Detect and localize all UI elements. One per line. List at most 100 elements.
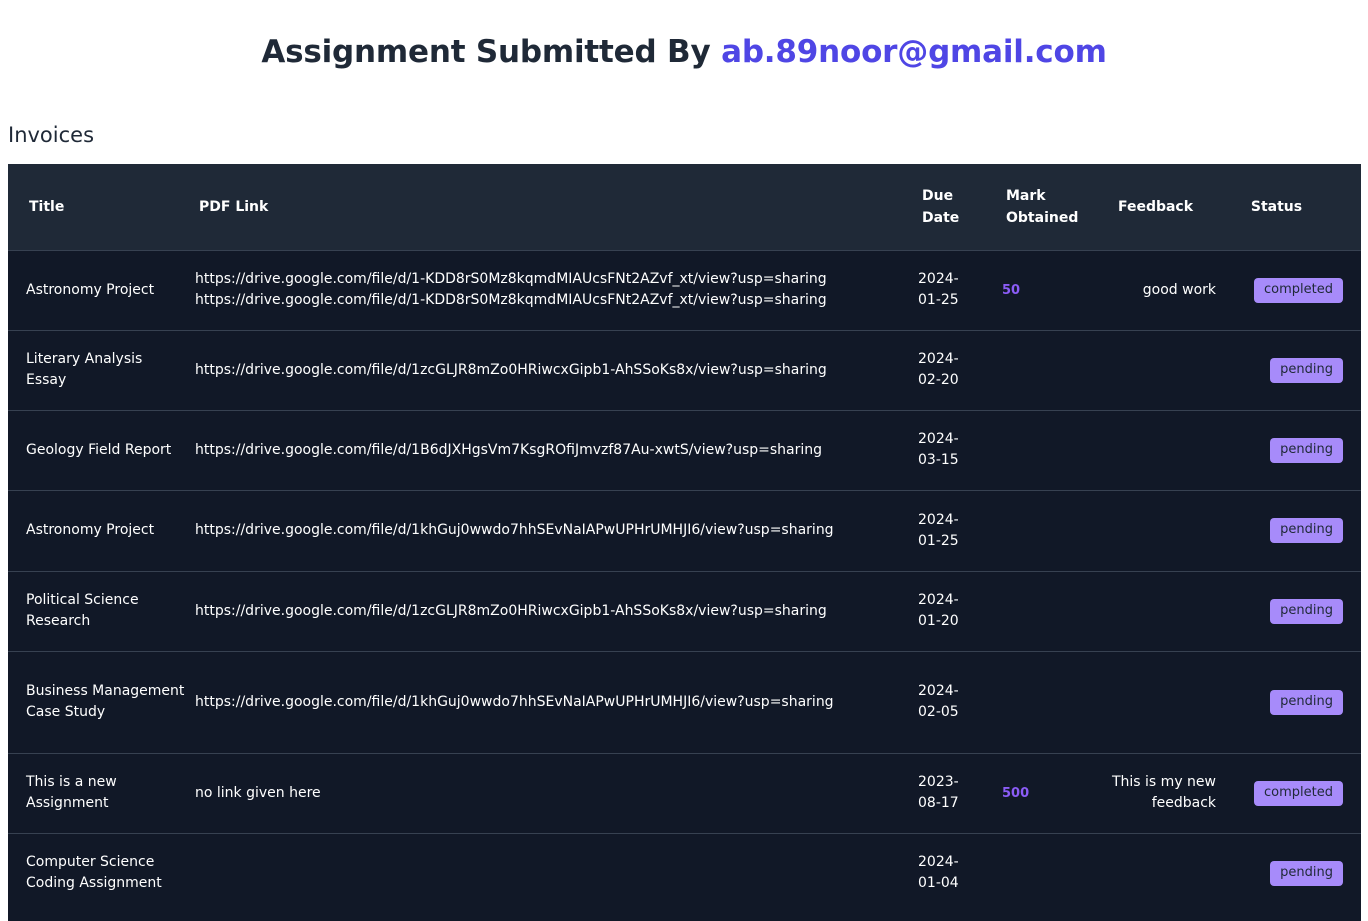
row-pdf-link[interactable]: https://drive.google.com/file/d/1khGuj0w… <box>185 651 912 753</box>
row-mark-obtained <box>995 833 1095 913</box>
page-heading: Assignment Submitted By ab.89noor@gmail.… <box>0 34 1368 70</box>
row-pdf-link[interactable]: https://drive.google.com/file/d/1B6dJXHg… <box>185 410 912 490</box>
status-badge: pending <box>1270 357 1343 383</box>
feedback-line1: This is my new <box>1111 774 1216 790</box>
row-title: Geology Field Report <box>26 441 172 458</box>
feedback-line1: good work <box>1142 281 1216 298</box>
row-due-date: 2024- 02-05 <box>912 651 995 753</box>
row-feedback <box>1095 651 1216 753</box>
row-due-date: 2024- 03-15 <box>912 410 995 490</box>
section-title: Invoices <box>8 123 95 147</box>
row-status: pending <box>1216 410 1361 490</box>
row-status: pending <box>1216 651 1361 753</box>
row-mark-obtained <box>995 330 1095 410</box>
row-mark-obtained <box>995 651 1095 753</box>
status-badge: completed <box>1254 780 1343 806</box>
due-date-line2: 02-05 <box>918 704 959 720</box>
row-feedback: good work <box>1095 250 1216 330</box>
row-feedback <box>1095 330 1216 410</box>
table-row: Political Science Research https://drive… <box>8 571 1361 651</box>
column-header-due-line1: Due <box>922 187 954 204</box>
due-date-line2: 01-25 <box>918 532 959 549</box>
row-status: pending <box>1216 571 1361 651</box>
row-mark-obtained: 500 <box>1002 785 1030 801</box>
table-header-row: Title PDF Link Due Date Mark Obtained Feed… <box>8 164 1361 250</box>
row-due-date: 2023- 08-17 <box>912 753 995 833</box>
due-date-line1: 2024- <box>918 592 959 608</box>
table-body: Astronomy Project https://drive.google.c… <box>8 250 1361 913</box>
table-row: Business Management Case Study https://d… <box>8 651 1361 753</box>
status-badge: pending <box>1270 437 1343 463</box>
due-date-line1: 2024- <box>918 271 959 287</box>
due-date-line1: 2024- <box>918 511 959 528</box>
row-due-date: 2024- 01-25 <box>912 250 995 330</box>
table-row: Astronomy Project https://drive.google.c… <box>8 250 1361 330</box>
table-header: Title PDF Link Due Date Mark Obtained Feed… <box>8 164 1361 250</box>
column-header-due-line2: Date <box>922 209 960 226</box>
row-feedback <box>1095 490 1216 571</box>
due-date-line2: 03-15 <box>918 452 959 468</box>
assignments-table: Title PDF Link Due Date Mark Obtained Feed… <box>8 164 1361 913</box>
column-header-title: Title <box>29 198 65 215</box>
due-date-line1: 2023- <box>918 774 959 790</box>
row-status: pending <box>1216 330 1361 410</box>
feedback-line2: feedback <box>1151 795 1216 811</box>
row-feedback <box>1095 410 1216 490</box>
due-date-line2: 01-25 <box>918 292 959 308</box>
row-title: Literary Analysis Essay <box>26 351 143 388</box>
row-due-date: 2024- 01-25 <box>912 490 995 571</box>
row-due-date: 2024- 02-20 <box>912 330 995 410</box>
row-title: This is a new Assignment <box>26 774 117 811</box>
row-due-date: 2024- 01-04 <box>912 833 995 913</box>
submitter-email: ab.89noor@gmail.com <box>721 34 1107 70</box>
row-pdf-link[interactable]: https://drive.google.com/file/d/1-KDD8rS… <box>185 250 912 330</box>
row-due-date: 2024- 01-20 <box>912 571 995 651</box>
row-status: completed <box>1216 250 1361 330</box>
row-title: Astronomy Project <box>26 281 155 298</box>
heading-prefix: Assignment Submitted By <box>261 34 722 70</box>
row-status: pending <box>1216 833 1361 913</box>
row-feedback: This is my new feedback <box>1095 753 1216 833</box>
pdf-link-line2[interactable]: https://drive.google.com/file/d/1-KDD8rS… <box>195 292 827 308</box>
due-date-line1: 2024- <box>918 854 959 871</box>
row-pdf-link[interactable]: https://drive.google.com/file/d/1khGuj0w… <box>185 490 912 571</box>
row-pdf-link[interactable]: https://drive.google.com/file/d/1zcGLJR8… <box>185 571 912 651</box>
table-row: Geology Field Report https://drive.googl… <box>8 410 1361 490</box>
row-status: pending <box>1216 490 1361 571</box>
row-title: Astronomy Project <box>26 522 155 538</box>
column-header-status: Status <box>1250 198 1303 215</box>
row-mark-obtained <box>995 490 1095 571</box>
due-date-line1: 2024- <box>918 683 959 699</box>
status-badge: completed <box>1254 277 1343 303</box>
status-badge: pending <box>1270 689 1343 715</box>
row-feedback <box>1095 833 1216 913</box>
table-row: This is a new Assignment no link given h… <box>8 753 1361 833</box>
row-pdf-link: no link given here <box>195 784 321 801</box>
due-date-line2: 08-17 <box>918 795 959 811</box>
status-badge: pending <box>1270 518 1343 543</box>
assignments-table-container: Title PDF Link Due Date Mark Obtained Feed… <box>8 164 1361 921</box>
due-date-line2: 02-20 <box>918 372 959 388</box>
row-mark-obtained: 50 <box>1002 282 1021 298</box>
table-row: Astronomy Project https://drive.google.c… <box>8 490 1361 571</box>
column-header-due-date: Due Date <box>912 164 995 250</box>
column-header-mark-line2: Obtained <box>1006 209 1079 226</box>
table-row: Computer Science Coding Assignment 2024-… <box>8 833 1361 913</box>
due-date-line2: 01-04 <box>918 875 959 892</box>
row-title: Business Management Case Study <box>26 683 185 720</box>
due-date-line2: 01-20 <box>918 613 959 629</box>
row-feedback <box>1095 571 1216 651</box>
row-title: Computer Science Coding Assignment <box>26 854 162 892</box>
row-pdf-link[interactable]: https://drive.google.com/file/d/1zcGLJR8… <box>185 330 912 410</box>
table-row: Literary Analysis Essay https://drive.go… <box>8 330 1361 410</box>
due-date-line1: 2024- <box>918 431 959 447</box>
row-mark-obtained <box>995 410 1095 490</box>
row-pdf-link <box>185 833 912 913</box>
status-badge: pending <box>1270 598 1343 624</box>
column-header-pdf-link: PDF Link <box>199 198 269 215</box>
pdf-link-line1[interactable]: https://drive.google.com/file/d/1-KDD8rS… <box>195 271 827 287</box>
row-mark-obtained <box>995 571 1095 651</box>
column-header-mark-obtained: Mark Obtained <box>995 164 1095 250</box>
due-date-line1: 2024- <box>918 351 959 367</box>
row-status: completed <box>1216 753 1361 833</box>
